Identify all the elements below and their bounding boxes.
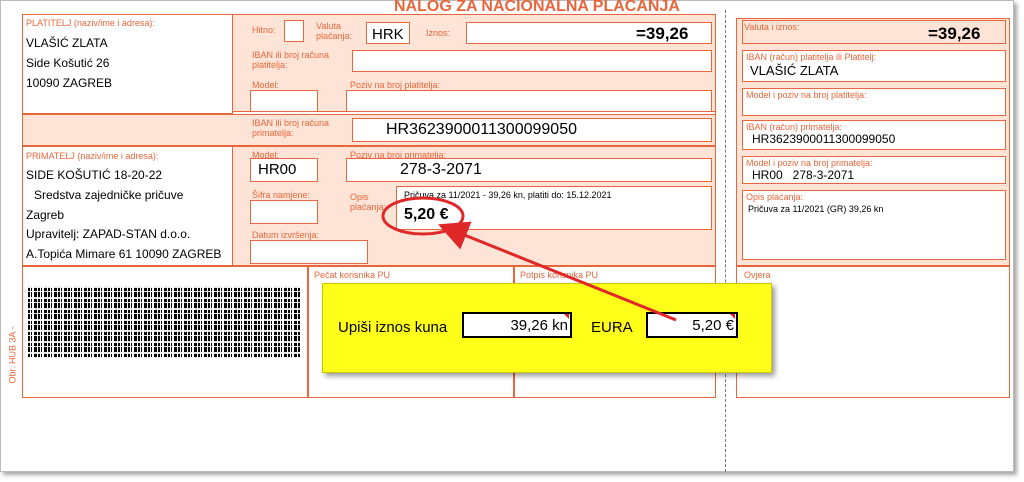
payer-city: 10090 ZAGREB: [26, 76, 113, 90]
payee-line5: A.Topića Mimare 61 10090 ZAGREB: [26, 247, 222, 261]
receipt-payer-ref-label: Model i poziv na broj platitelja:: [746, 90, 867, 100]
description-label: Opis plaćanja:: [350, 192, 387, 212]
payee-line3: Zagreb: [26, 208, 65, 222]
eur-highlight-value: 5,20 €: [404, 206, 449, 223]
eur-output-marker: [730, 314, 735, 319]
signature-label: Potpis korisnika PU: [520, 270, 599, 280]
hitno-label: Hitno:: [252, 25, 276, 35]
payee-iban-label: IBAN ili broj računa primatelja:: [252, 118, 330, 138]
receipt-payer-value: VLAŠIĆ ZLATA: [750, 63, 839, 78]
stamp-label: Pečat korisnika PU: [314, 270, 391, 280]
receipt-amount-value: =39,26: [928, 24, 981, 43]
receipt-payee-iban-value: HR3623900011300099050: [752, 132, 896, 146]
receipt-description-value: Pričuva za 11/2021 (GR) 39,26 kn: [748, 204, 884, 214]
receipt-certification-area: [736, 266, 1010, 398]
form-code: Obr. HUB 3A -: [7, 326, 18, 384]
execution-date-label: Datum izvršenja:: [252, 230, 320, 240]
kuna-input-marker: [564, 314, 569, 319]
amount-label: Iznos:: [426, 28, 451, 38]
eur-output-value: 5,20 €: [692, 317, 734, 334]
kuna-input-value: 39,26 kn: [510, 317, 568, 334]
payee-iban-value: HR3623900011300099050: [386, 121, 577, 138]
payee-line4: Upravitelj: ZAPAD-STAN d.o.o.: [26, 227, 191, 241]
payee-line1: SIDE KOŠUTIĆ 18-20-22: [26, 168, 163, 182]
eur-label: EURA: [591, 319, 633, 336]
payee-label: PRIMATELJ (naziv/ime i adresa):: [26, 151, 159, 161]
currency-value: HRK: [372, 26, 404, 43]
receipt-payee-iban-label: IBAN (račun) primatelja:: [746, 122, 843, 132]
payer-reference-label: Poziv na broj platitelja:: [350, 80, 441, 90]
payer-label: PLATITELJ (naziv/ime i adresa):: [26, 18, 155, 28]
purpose-code-label: Šifra namjene:: [252, 190, 311, 200]
receipt-certification-label: Ovjera: [744, 270, 771, 280]
receipt-description-label: Opis plaćanja:: [746, 192, 804, 202]
currency-label: Valuta plaćanja:: [316, 21, 353, 41]
payer-street: Side Košutić 26: [26, 56, 110, 70]
receipt-payee-ref-value: HR00 278-3-2071: [752, 168, 855, 182]
payee-reference-value: 278-3-2071: [400, 161, 482, 178]
execution-date-field[interactable]: [250, 240, 368, 264]
payer-name: VLAŠIĆ ZLATA: [26, 36, 108, 50]
description-value: Pričuva za 11/2021 - 39,26 kn, platiti d…: [404, 190, 612, 200]
payee-model-value: HR00: [258, 161, 297, 178]
payer-iban-label: IBAN ili broj računa platitelja:: [252, 50, 330, 70]
receipt-payee-ref-label: Model i poziv na broj primatelja:: [746, 158, 873, 168]
purpose-code-field[interactable]: [250, 200, 318, 224]
tear-line: [725, 10, 726, 472]
barcode-overlay: [28, 286, 300, 358]
kuna-label: Upiši iznos kuna: [338, 319, 448, 336]
payer-iban-field[interactable]: [352, 50, 712, 72]
payee-line2: Sredstva zajedničke pričuve: [34, 188, 184, 202]
payer-model-field[interactable]: [250, 90, 318, 112]
hitno-checkbox[interactable]: [284, 20, 304, 42]
receipt-payer-label: IBAN (račun) platitelja ili Platitelj:: [746, 52, 877, 62]
payer-reference-field[interactable]: [346, 90, 712, 112]
amount-value: =39,26: [636, 24, 689, 43]
payer-model-label: Model:: [252, 80, 280, 90]
